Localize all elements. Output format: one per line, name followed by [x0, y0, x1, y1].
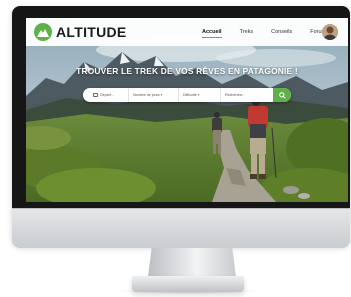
- site-navbar: ALTITUDE Accueil Treks Conseils Forum: [26, 18, 348, 46]
- nav-link-treks[interactable]: Treks: [240, 29, 254, 35]
- user-avatar[interactable]: [322, 24, 338, 40]
- days-placeholder: Nombre de jours: [133, 93, 160, 97]
- nav-link-conseils[interactable]: Conseils: [271, 29, 292, 35]
- difficulty-placeholder: Difficulté: [183, 93, 197, 97]
- hero-title: TROUVER LE TREK DE VOS RÊVES EN PATAGONI…: [76, 66, 298, 76]
- difficulty-select[interactable]: Difficulté ▾: [179, 88, 221, 102]
- chevron-down-icon: ▾: [197, 93, 200, 97]
- monitor-chin: [12, 208, 350, 248]
- keyword-search-input[interactable]: Recherche...: [221, 88, 273, 102]
- logo-text: ALTITUDE: [56, 24, 127, 40]
- chevron-down-icon: ▾: [160, 93, 163, 97]
- site-logo[interactable]: ALTITUDE: [34, 23, 127, 41]
- departure-field[interactable]: Départ...: [83, 88, 129, 102]
- days-select[interactable]: Nombre de jours ▾: [129, 88, 179, 102]
- trek-search-bar: Départ... Nombre de jours ▾ Difficulté ▾…: [83, 88, 291, 102]
- keyword-placeholder: Recherche...: [225, 93, 246, 97]
- search-button[interactable]: [273, 88, 291, 102]
- mountain-logo-icon: [34, 23, 52, 41]
- nav-link-accueil[interactable]: Accueil: [202, 29, 222, 38]
- monitor-stand-neck: [147, 248, 237, 278]
- monitor-stand-base: [132, 276, 244, 292]
- calendar-icon: [93, 93, 98, 97]
- search-icon: [278, 91, 286, 99]
- monitor-screen: ALTITUDE Accueil Treks Conseils Forum TR…: [26, 18, 348, 202]
- departure-placeholder: Départ...: [100, 93, 114, 97]
